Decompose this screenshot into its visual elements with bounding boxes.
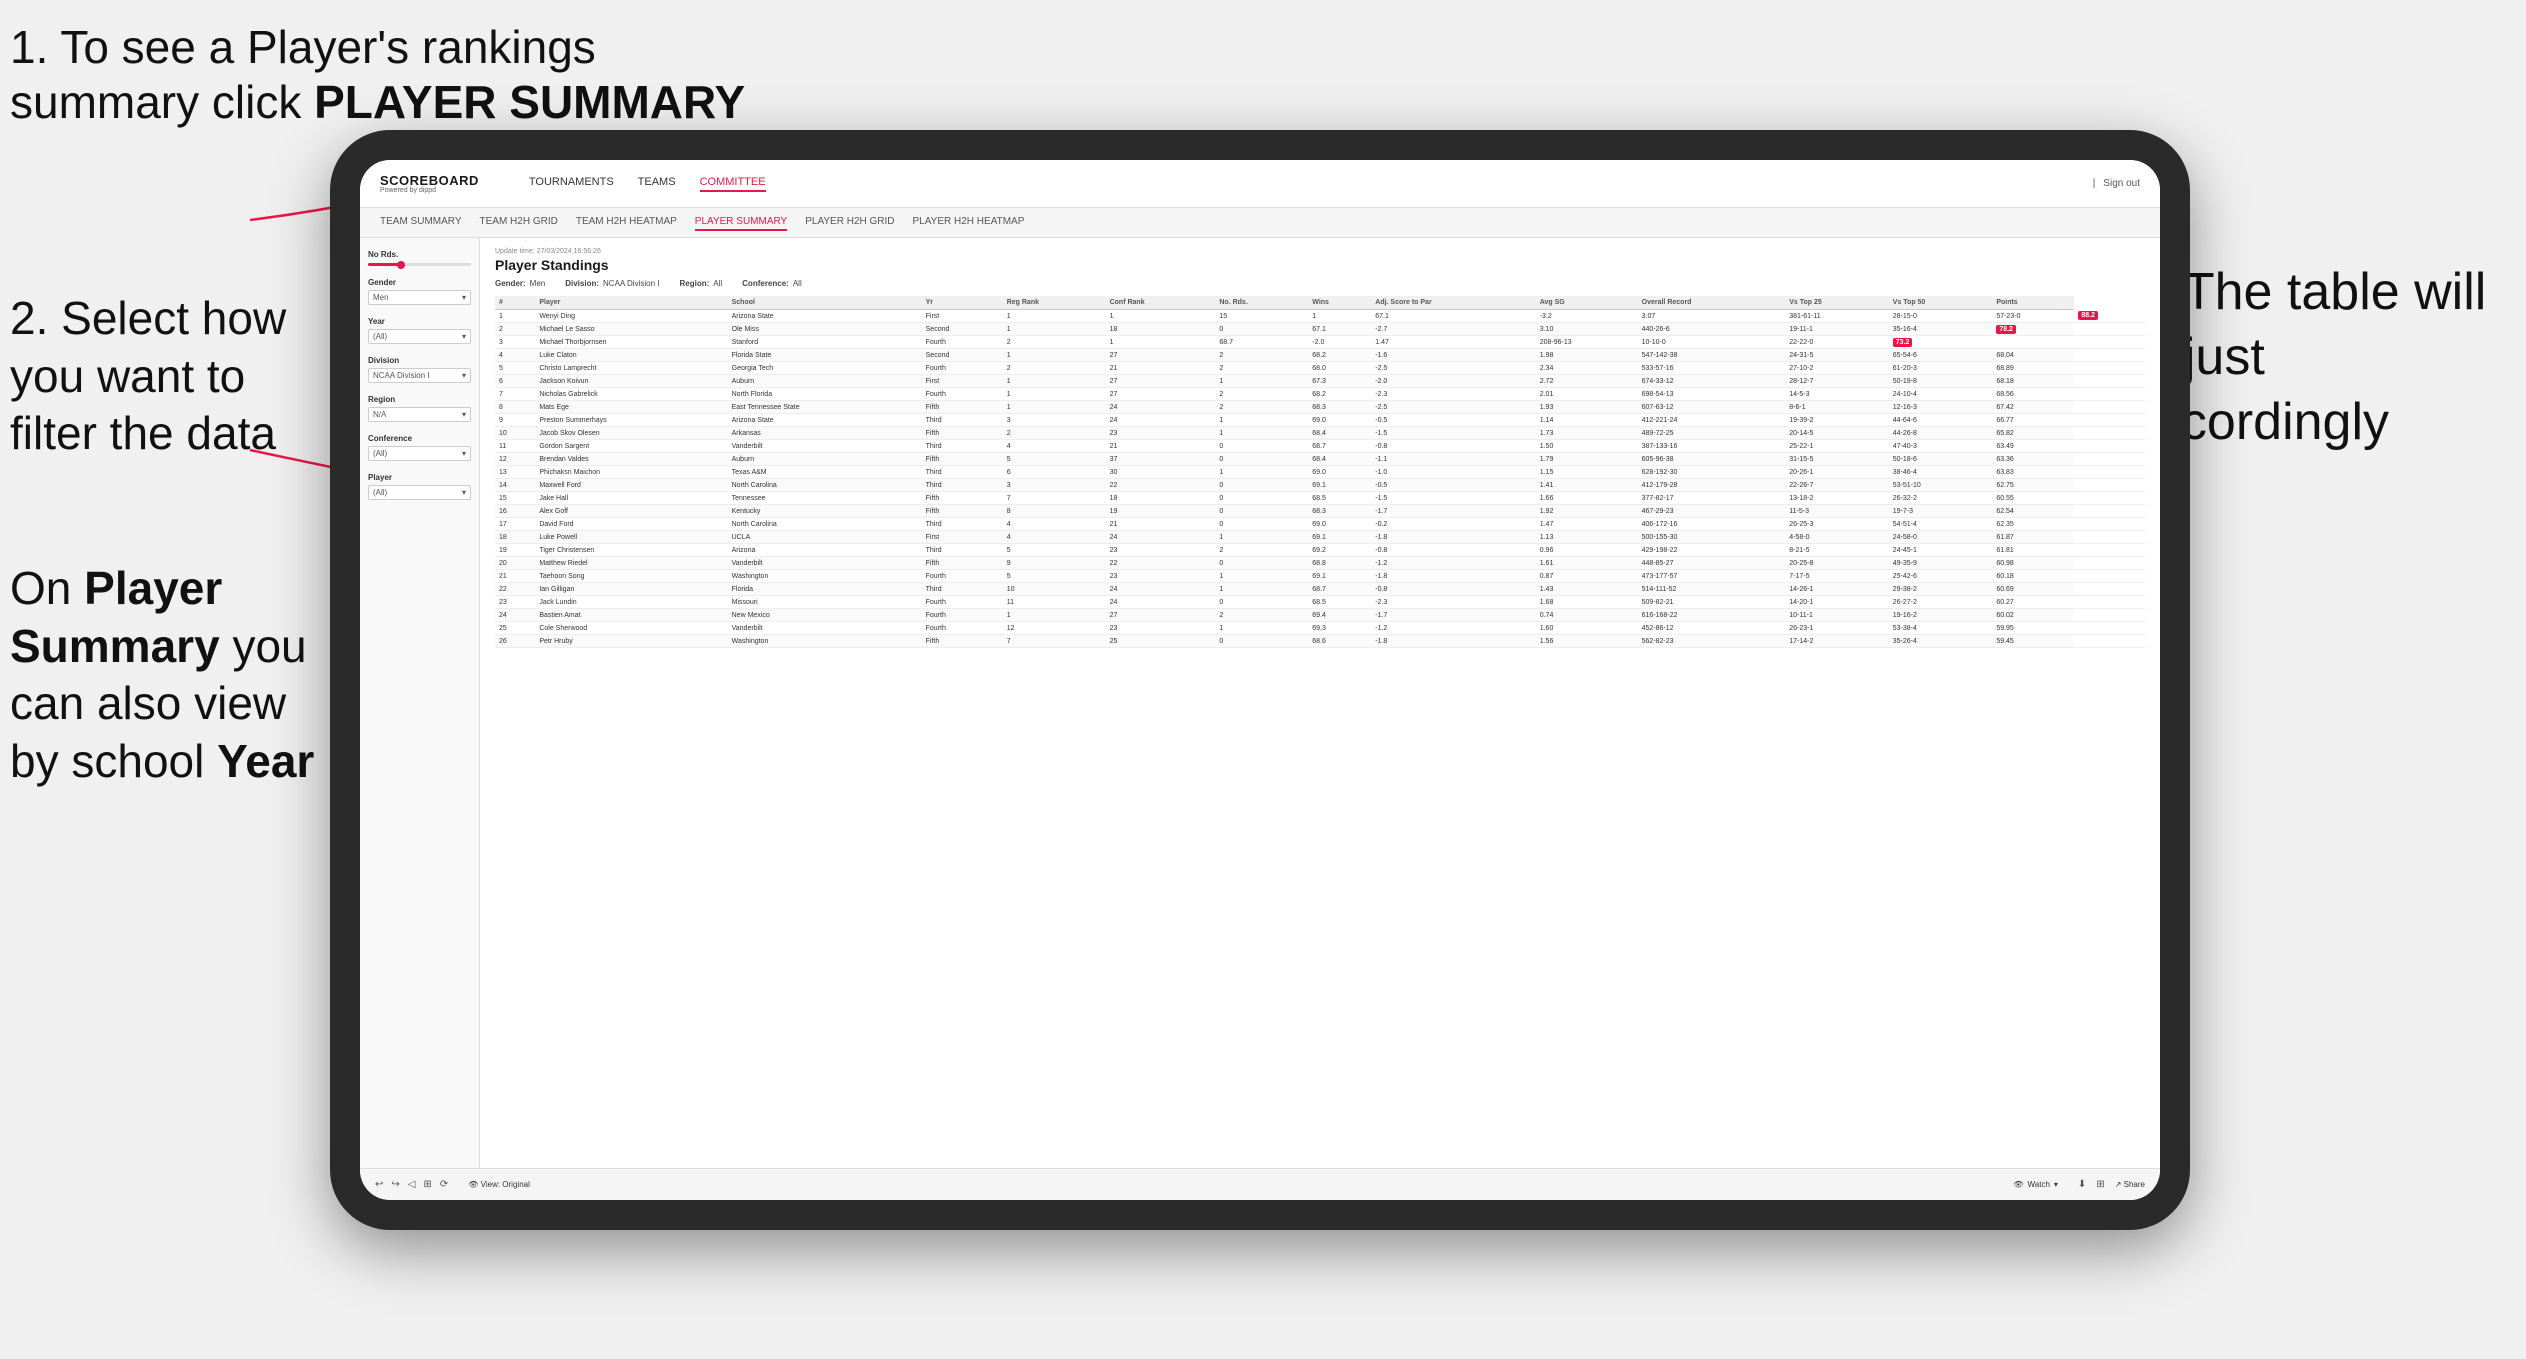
download-icon[interactable]: ⬇ <box>2078 1179 2086 1190</box>
table-row: 1Wenyi DingArizona StateFirst1115167.1-3… <box>495 310 2145 323</box>
table-header: Update time: 27/03/2024 16:56:26 Player … <box>495 248 2145 288</box>
table-row: 9Preston SummerhaysArizona StateThird324… <box>495 414 2145 427</box>
sidebar-region-section: Region N/A ▾ <box>368 395 471 422</box>
table-row: 23Jack LundinMissouriFourth1124068.5-2.3… <box>495 596 2145 609</box>
slider-track <box>368 263 471 266</box>
sub-nav-team-summary[interactable]: TEAM SUMMARY <box>380 214 462 231</box>
sub-nav-team-h2h-grid[interactable]: TEAM H2H GRID <box>480 214 558 231</box>
table-header-row: # Player School Yr Reg Rank Conf Rank No… <box>495 296 2145 310</box>
standings-table: # Player School Yr Reg Rank Conf Rank No… <box>495 296 2145 648</box>
table-row: 18Luke PowellUCLAFirst424169.1-1.81.1350… <box>495 531 2145 544</box>
table-row: 20Matthew RiedelVanderbiltFifth922068.8-… <box>495 557 2145 570</box>
table-row: 25Cole SherwoodVanderbiltFourth1223169.3… <box>495 622 2145 635</box>
table-row: 2Michael Le SassoOle MissSecond118067.1-… <box>495 323 2145 336</box>
main-content: No Rds. Gender Men ▾ <box>360 238 2160 1168</box>
sub-nav-player-h2h-grid[interactable]: PLAYER H2H GRID <box>805 214 894 231</box>
nav-links: TOURNAMENTS TEAMS COMMITTEE <box>529 176 766 192</box>
sub-nav-player-h2h-heatmap[interactable]: PLAYER H2H HEATMAP <box>913 214 1025 231</box>
table-row: 16Alex GoffKentuckyFifth819068.3-1.71.92… <box>495 505 2145 518</box>
filter-row: Gender: Men Division: NCAA Division I Re… <box>495 279 2145 288</box>
watch-button[interactable]: 👁 Watch ▾ <box>2013 1180 2058 1189</box>
sidebar-year-section: Year (All) ▾ <box>368 317 471 344</box>
gender-dropdown[interactable]: Men ▾ <box>368 290 471 305</box>
table-row: 14Maxwell FordNorth CarolinaThird322069.… <box>495 479 2145 492</box>
tablet-screen: SCOREBOARD Powered by dippd TOURNAMENTS … <box>360 160 2160 1200</box>
table-row: 15Jake HallTennesseeFifth718068.5-1.51.6… <box>495 492 2145 505</box>
table-row: 19Tiger ChristensenArizonaThird523269.2-… <box>495 544 2145 557</box>
table-row: 13Phichaksn MaichonTexas A&MThird630169.… <box>495 466 2145 479</box>
view-label: 👁 View: Original <box>468 1180 530 1189</box>
refresh-icon[interactable]: ⟳ <box>440 1179 448 1190</box>
sidebar-division-section: Division NCAA Division I ▾ <box>368 356 471 383</box>
copy-icon[interactable]: ⊞ <box>423 1179 431 1190</box>
update-time: Update time: 27/03/2024 16:56:26 <box>495 248 2145 255</box>
table-row: 8Mats EgeEast Tennessee StateFifth124268… <box>495 401 2145 414</box>
sub-nav-player-summary[interactable]: PLAYER SUMMARY <box>695 214 787 231</box>
nav-committee[interactable]: COMMITTEE <box>700 176 766 192</box>
table-body: 1Wenyi DingArizona StateFirst1115167.1-3… <box>495 310 2145 648</box>
nav-bar: SCOREBOARD Powered by dippd TOURNAMENTS … <box>360 160 2160 208</box>
table-row: 7Nicholas GabrelickNorth FloridaFourth12… <box>495 388 2145 401</box>
sub-nav-team-h2h-heatmap[interactable]: TEAM H2H HEATMAP <box>576 214 677 231</box>
instruction-step2: 2. Select how you want to filter the dat… <box>10 290 340 463</box>
sign-out-link[interactable]: Sign out <box>2103 178 2140 189</box>
nav-tournaments[interactable]: TOURNAMENTS <box>529 176 614 192</box>
instruction-step3: On Player Summary you can also view by s… <box>10 560 350 790</box>
table-row: 21Taehoon SongWashingtonFourth523169.1-1… <box>495 570 2145 583</box>
division-dropdown[interactable]: NCAA Division I ▾ <box>368 368 471 383</box>
slider-container <box>368 263 471 266</box>
standings-title: Player Standings <box>495 257 2145 273</box>
player-dropdown[interactable]: (All) ▾ <box>368 485 471 500</box>
sidebar-player-section: Player (All) ▾ <box>368 473 471 500</box>
back-icon[interactable]: ◁ <box>408 1179 416 1190</box>
redo-icon[interactable]: ↪ <box>391 1179 399 1190</box>
conference-dropdown[interactable]: (All) ▾ <box>368 446 471 461</box>
table-row: 26Petr HrubyWashingtonFifth725068.6-1.81… <box>495 635 2145 648</box>
nav-right: | Sign out <box>2093 178 2140 189</box>
logo: SCOREBOARD Powered by dippd <box>380 174 479 194</box>
table-area: Update time: 27/03/2024 16:56:26 Player … <box>480 238 2160 1168</box>
nav-teams[interactable]: TEAMS <box>638 176 676 192</box>
table-row: 22Ian GilliganFloridaThird1024168.7-0.81… <box>495 583 2145 596</box>
grid-icon[interactable]: ⊞ <box>2096 1179 2104 1190</box>
table-row: 6Jackson KoivunAuburnFirst127167.3-2.02.… <box>495 375 2145 388</box>
bottom-toolbar: ↩ ↪ ◁ ⊞ ⟳ 👁 View: Original 👁 Watch ▾ ⬇ ⊞… <box>360 1168 2160 1200</box>
toolbar-icons: ↩ ↪ ◁ ⊞ ⟳ <box>375 1179 448 1190</box>
region-dropdown[interactable]: N/A ▾ <box>368 407 471 422</box>
sub-nav: TEAM SUMMARY TEAM H2H GRID TEAM H2H HEAT… <box>360 208 2160 238</box>
sidebar: No Rds. Gender Men ▾ <box>360 238 480 1168</box>
table-row: 4Luke ClatonFlorida StateSecond127268.2-… <box>495 349 2145 362</box>
table-row: 17David FordNorth CarolinaThird421069.0-… <box>495 518 2145 531</box>
table-row: 5Christo LamprechtGeorgia TechFourth2212… <box>495 362 2145 375</box>
undo-icon[interactable]: ↩ <box>375 1179 383 1190</box>
table-row: 12Brendan ValdesAuburnFifth537068.4-1.11… <box>495 453 2145 466</box>
sidebar-gender-section: Gender Men ▾ <box>368 278 471 305</box>
share-button[interactable]: ↗ Share <box>2115 1180 2145 1189</box>
table-row: 11Gordon SargentVanderbiltThird421068.7-… <box>495 440 2145 453</box>
sidebar-no-rids: No Rds. <box>368 250 471 266</box>
tablet: SCOREBOARD Powered by dippd TOURNAMENTS … <box>330 130 2190 1230</box>
year-dropdown[interactable]: (All) ▾ <box>368 329 471 344</box>
table-row: 24Bastien AmatNew MexicoFourth127269.4-1… <box>495 609 2145 622</box>
table-row: 10Jacob Skov OlesenArkansasFifth223168.4… <box>495 427 2145 440</box>
slider-fill <box>368 263 399 266</box>
sidebar-conference-section: Conference (All) ▾ <box>368 434 471 461</box>
table-row: 3Michael ThorbjornsenStanfordFourth2168.… <box>495 336 2145 349</box>
instruction-step1: 1. To see a Player's rankings summary cl… <box>10 20 745 130</box>
slider-thumb[interactable] <box>397 261 405 269</box>
